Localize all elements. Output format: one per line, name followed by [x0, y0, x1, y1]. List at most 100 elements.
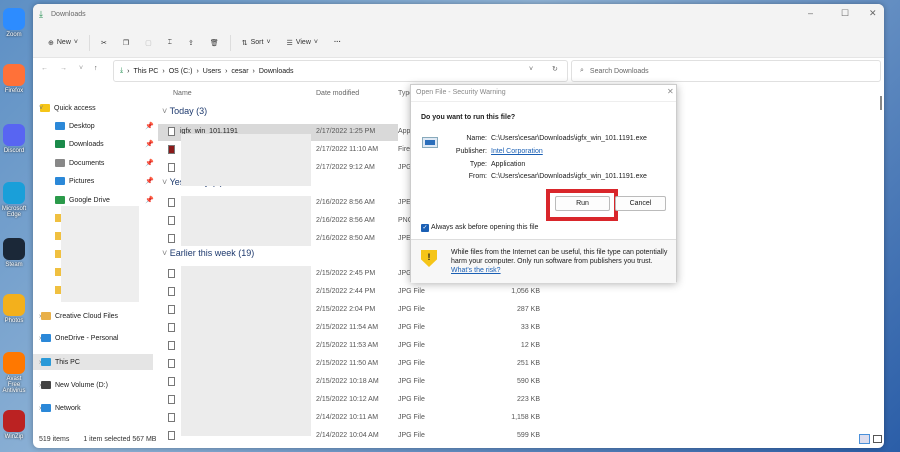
crumb-cesar[interactable]: cesar — [231, 68, 248, 75]
nav-item[interactable]: ˅ Quick access — [33, 100, 153, 116]
nav-item[interactable]: › New Volume (D:) — [33, 377, 153, 393]
more-button[interactable]: ··· — [329, 36, 346, 49]
nav-item[interactable]: › Network — [33, 400, 153, 416]
file-type: JPG File — [398, 288, 425, 295]
warning-text: While files from the Internet can be use… — [451, 249, 668, 265]
desktop-icon[interactable]: Zoom — [0, 8, 28, 38]
address-dropdown[interactable]: ˅ — [529, 66, 533, 73]
expand-chevron-icon[interactable]: › — [39, 382, 41, 389]
nav-item[interactable]: Documents 📌 — [33, 155, 154, 171]
always-ask-checkbox[interactable]: ✓ — [421, 224, 429, 232]
desktop-icon[interactable]: WinZip — [0, 410, 28, 440]
forward-button[interactable]: → — [60, 65, 67, 72]
file-size: 590 KB — [517, 378, 540, 385]
dialog-close-button[interactable]: ✕ — [667, 87, 674, 96]
expand-chevron-icon[interactable]: ˅ — [39, 105, 43, 112]
nav-item[interactable]: › This PC — [33, 354, 153, 370]
nav-item-label: Creative Cloud Files — [55, 312, 119, 320]
minimize-button[interactable]: – — [808, 8, 813, 18]
refresh-icon[interactable]: ↻ — [552, 65, 558, 73]
delete-button[interactable]: 🗑 — [205, 36, 224, 50]
crumb-os-c[interactable]: OS (C:) — [169, 68, 193, 75]
file-date: 2/15/2022 11:54 AM — [316, 324, 379, 331]
cancel-button[interactable]: Cancel — [615, 196, 666, 211]
details-view-button[interactable] — [859, 434, 870, 444]
title-bar: ⤓ Downloads – ☐ ✕ — [33, 4, 884, 28]
download-icon: ⤓ — [120, 67, 124, 74]
copy-icon: ❐ — [122, 39, 130, 47]
app-icon — [3, 64, 25, 86]
app-icon — [3, 124, 25, 146]
new-button[interactable]: ⊕ New ˅ — [43, 36, 83, 50]
scissors-icon: ✂ — [100, 39, 107, 47]
back-button[interactable]: ← — [41, 65, 48, 72]
crumb-users[interactable]: Users — [203, 68, 221, 75]
column-name[interactable]: Name — [173, 90, 192, 97]
run-button[interactable]: Run — [555, 196, 610, 211]
nav-item-label: This PC — [55, 358, 80, 366]
new-label: New — [56, 39, 71, 46]
group-header[interactable]: ˅ Today (3) — [162, 106, 207, 116]
file-size: 223 KB — [517, 396, 540, 403]
folder-icon — [41, 358, 51, 366]
whats-the-risk-link[interactable]: What's the risk? — [451, 267, 501, 274]
column-date[interactable]: Date modified — [316, 90, 359, 97]
crumb-this-pc[interactable]: This PC — [133, 68, 158, 75]
crumb-downloads[interactable]: Downloads — [259, 68, 294, 75]
nav-item[interactable]: › Creative Cloud Files — [33, 308, 153, 324]
expand-chevron-icon[interactable]: › — [39, 335, 41, 342]
file-icon — [168, 198, 175, 207]
desktop-icon[interactable]: Discord — [0, 124, 28, 154]
desktop-icon[interactable]: Firefox — [0, 64, 28, 94]
file-type: JPG File — [398, 306, 425, 313]
folder-icon — [55, 177, 65, 185]
shield-warning-icon: ! — [421, 250, 437, 267]
collapse-chevron-icon: ˅ — [162, 177, 170, 187]
nav-item[interactable]: Desktop 📌 — [33, 118, 154, 134]
desktop-icon-label: Zoom — [6, 32, 22, 38]
folder-icon — [55, 196, 65, 204]
expand-chevron-icon[interactable]: › — [39, 313, 41, 320]
share-button[interactable]: ⇪ — [183, 36, 199, 50]
collapse-chevron-icon: ˅ — [162, 248, 170, 258]
maximize-button[interactable]: ☐ — [841, 8, 849, 19]
search-input[interactable]: ⌕ Search Downloads — [571, 60, 881, 82]
group-title: Earlier this week (19) — [169, 248, 255, 258]
group-header[interactable]: ˅ Earlier this week (19) — [162, 248, 254, 258]
cut-button[interactable]: ✂ — [96, 36, 112, 50]
file-type: JPG File — [398, 432, 425, 439]
nav-item[interactable]: Pictures 📌 — [33, 173, 154, 189]
rename-button[interactable]: ⌶ — [163, 36, 177, 50]
desktop-icon[interactable]: Steam — [0, 238, 28, 268]
recent-dropdown[interactable]: ˅ — [79, 65, 83, 72]
publisher-link[interactable]: Intel Corporation — [491, 148, 543, 155]
nav-item-label: Google Drive — [69, 196, 110, 204]
desktop-icon[interactable]: Avast Free Antivirus — [0, 352, 28, 394]
paste-button[interactable]: ▢ — [140, 36, 157, 50]
file-icon — [168, 163, 175, 172]
desktop-icon-label: Firefox — [4, 88, 24, 94]
sort-button[interactable]: ⇅ Sort ˅ — [237, 36, 276, 50]
folder-icon — [55, 140, 65, 148]
tiles-view-button[interactable] — [873, 435, 882, 443]
file-date: 2/15/2022 10:12 AM — [316, 396, 379, 403]
file-icon — [168, 359, 175, 368]
expand-chevron-icon[interactable]: › — [39, 359, 41, 366]
divider — [88, 34, 90, 51]
divider — [411, 101, 676, 102]
up-button[interactable]: ↑ — [94, 65, 98, 72]
pin-icon: 📌 — [145, 160, 154, 167]
desktop-icon[interactable]: Photos — [0, 294, 28, 324]
copy-button[interactable]: ❐ — [118, 36, 134, 50]
view-button[interactable]: ☰ View ˅ — [282, 36, 323, 50]
close-button[interactable]: ✕ — [869, 8, 877, 19]
desktop-icon[interactable]: Microsoft Edge — [0, 182, 28, 218]
nav-item[interactable]: Downloads 📌 — [33, 136, 154, 152]
blurred-region — [61, 206, 139, 302]
scrollbar[interactable] — [880, 96, 882, 110]
nav-item[interactable]: › OneDrive - Personal — [33, 330, 153, 346]
expand-chevron-icon[interactable]: › — [39, 405, 41, 412]
breadcrumb[interactable]: ⤓ › This PC › OS (C:) › Users › cesar › Downl… — [113, 60, 568, 82]
pin-icon: 📌 — [145, 141, 154, 148]
file-date: 2/15/2022 2:45 PM — [316, 270, 376, 277]
